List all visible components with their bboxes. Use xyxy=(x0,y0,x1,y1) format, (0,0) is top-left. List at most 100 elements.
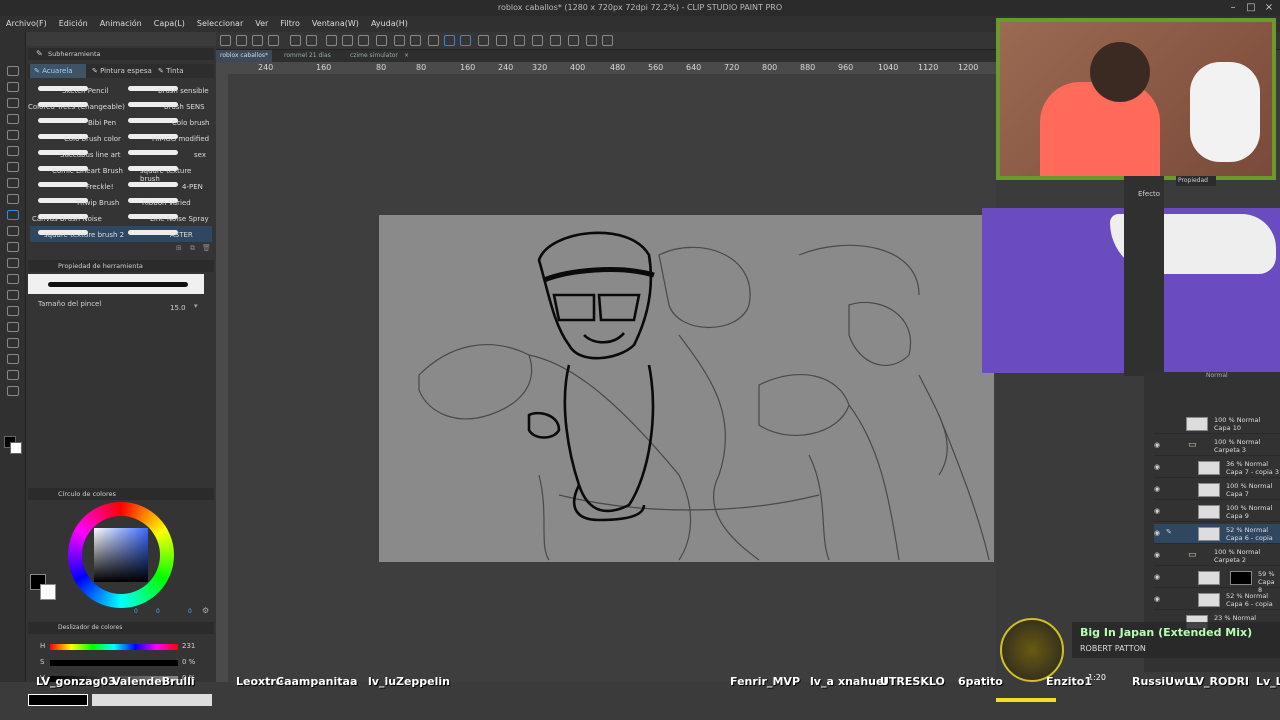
layer-row[interactable]: ◉ 36 % Normal Capa 7 - copia 3 xyxy=(1154,458,1280,478)
menu-seleccionar[interactable]: Seleccionar xyxy=(191,16,249,32)
invert-selection-icon[interactable] xyxy=(410,35,421,46)
hue-slider[interactable] xyxy=(50,644,178,650)
fit-icon[interactable] xyxy=(550,35,561,46)
saturation-slider[interactable] xyxy=(50,660,178,666)
settings-icon[interactable]: ⚙ xyxy=(202,606,209,615)
close-icon[interactable]: × xyxy=(1260,0,1278,16)
new-file-icon[interactable] xyxy=(220,35,231,46)
folder-row[interactable]: ◉ ▭ 100 % Normal Carpeta 2 xyxy=(1154,546,1280,566)
copy-subtool-icon[interactable]: ⧉ xyxy=(190,244,195,253)
open-icon[interactable] xyxy=(236,35,247,46)
menu-ver[interactable]: Ver xyxy=(249,16,274,32)
crop-icon[interactable] xyxy=(376,35,387,46)
doc-tab-active[interactable]: roblox caballos* xyxy=(216,50,273,62)
eye-icon[interactable]: ◉ xyxy=(1154,441,1160,449)
layout-icon[interactable] xyxy=(602,35,613,46)
frame-tool-icon[interactable] xyxy=(7,322,19,332)
lasso-tool-icon[interactable] xyxy=(7,130,19,140)
redo-icon[interactable] xyxy=(306,35,317,46)
fill-tool-icon[interactable] xyxy=(7,274,19,284)
brush-tool-icon[interactable] xyxy=(7,210,19,220)
undo-icon[interactable] xyxy=(290,35,301,46)
color-wheel[interactable] xyxy=(68,502,174,608)
eye-icon[interactable]: ◉ xyxy=(1154,595,1160,603)
layer-row[interactable]: ◉ 52 % Normal Capa 6 - copia xyxy=(1154,590,1280,610)
save-icon[interactable] xyxy=(252,35,263,46)
tab-tinta[interactable]: ✎ Tinta xyxy=(158,64,184,78)
menu-capa[interactable]: Capa(L) xyxy=(148,16,191,32)
chevron-down-icon[interactable]: ▾ xyxy=(194,302,198,310)
flip-icon[interactable] xyxy=(496,35,507,46)
eyedropper-icon[interactable] xyxy=(7,162,19,172)
layer-row[interactable]: ◉ 59 % Capa 8 xyxy=(1154,568,1280,594)
airbrush-icon[interactable] xyxy=(7,226,19,236)
brush-row[interactable]: Sketch Pencil brush sensible xyxy=(30,82,212,98)
menu-archivo[interactable]: Archivo(F) xyxy=(0,16,53,32)
grid-icon[interactable] xyxy=(428,35,439,46)
eye-icon[interactable]: ◉ xyxy=(1154,507,1160,515)
eye-icon[interactable]: ◉ xyxy=(1154,485,1160,493)
brush-row[interactable]: Colored Trees (Changeable) brush SENS xyxy=(28,98,212,114)
move-tool-icon[interactable] xyxy=(7,82,19,92)
menu-ayuda[interactable]: Ayuda(H) xyxy=(365,16,414,32)
brush-row[interactable]: Comic Lineart Brush square texture brush xyxy=(30,162,212,183)
maximize-icon[interactable]: □ xyxy=(1242,0,1260,16)
menu-ventana[interactable]: Ventana(W) xyxy=(306,16,365,32)
ruler-tool-icon[interactable] xyxy=(7,338,19,348)
eye-icon[interactable]: ◉ xyxy=(1154,573,1160,581)
gradient-icon[interactable] xyxy=(7,290,19,300)
deselect-icon[interactable] xyxy=(394,35,405,46)
pencil-tool-icon[interactable] xyxy=(7,194,19,204)
correct-line-icon[interactable] xyxy=(7,386,19,396)
brush-row[interactable]: Thwip Brush Ribbon Varied xyxy=(30,194,212,210)
layer-row[interactable]: ◉ 100 % Normal Capa 7 xyxy=(1154,480,1280,500)
menu-animacion[interactable]: Animación xyxy=(94,16,148,32)
layer-row[interactable]: 100 % Normal Capa 10 xyxy=(1154,414,1280,434)
delete-subtool-icon[interactable]: 🗑 xyxy=(202,244,211,252)
layer-row[interactable]: ◉ 100 % Normal Capa 9 xyxy=(1154,502,1280,522)
eye-icon[interactable]: ◉ xyxy=(1154,551,1160,559)
zoom-out-icon[interactable] xyxy=(532,35,543,46)
text-tool-icon[interactable] xyxy=(7,354,19,364)
fullscreen-icon[interactable] xyxy=(568,35,579,46)
transform-icon[interactable] xyxy=(358,35,369,46)
brush-row[interactable]: Bibi Pen Colo brush xyxy=(30,114,212,130)
blend-tool-icon[interactable] xyxy=(7,258,19,268)
operation-tool-icon[interactable] xyxy=(7,114,19,124)
magic-wand-icon[interactable] xyxy=(7,146,19,156)
clear-icon[interactable] xyxy=(326,35,337,46)
figure-tool-icon[interactable] xyxy=(7,306,19,316)
sub-color-swatch[interactable] xyxy=(10,442,22,454)
fill-selection-icon[interactable] xyxy=(342,35,353,46)
menu-filtro[interactable]: Filtro xyxy=(274,16,306,32)
brush-row[interactable]: Succubus line art sex xyxy=(30,146,212,162)
zoom-in-icon[interactable] xyxy=(514,35,525,46)
brush-row-selected[interactable]: square texture brush 2 ASTER xyxy=(30,226,212,242)
minimize-icon[interactable]: – xyxy=(1224,0,1242,16)
export-icon[interactable] xyxy=(268,35,279,46)
close-tab-icon[interactable]: × xyxy=(400,50,413,62)
folder-row[interactable]: ◉ ▭ 100 % Normal Carpeta 3 xyxy=(1154,436,1280,456)
eye-icon[interactable]: ◉ xyxy=(1154,529,1160,537)
add-subtool-icon[interactable]: ⊞ xyxy=(176,244,182,252)
menu-edicion[interactable]: Edición xyxy=(53,16,94,32)
sub-color-swatch[interactable] xyxy=(40,584,56,600)
pen-tool-icon[interactable] xyxy=(7,178,19,188)
rotate-icon[interactable] xyxy=(478,35,489,46)
zoom-tool-icon[interactable] xyxy=(7,66,19,76)
snap-special-ruler-icon[interactable] xyxy=(460,35,471,46)
brush-row[interactable]: Canvas Brush Noise Line Noise Spray xyxy=(30,210,212,226)
hand-tool-icon[interactable] xyxy=(7,98,19,108)
tab-pintura-espesa[interactable]: ✎ Pintura espesa xyxy=(92,64,152,78)
brush-row[interactable]: Colo brush color HIMGG modified xyxy=(30,130,212,146)
eraser-icon[interactable] xyxy=(7,242,19,252)
drawing-canvas[interactable] xyxy=(379,215,994,562)
doc-tab[interactable]: czime simulator xyxy=(346,50,402,62)
doc-tab[interactable]: rommel 21 dias xyxy=(280,50,335,62)
blend-mode-select[interactable]: Normal xyxy=(1206,372,1228,379)
brush-size-value[interactable]: 15.0 xyxy=(170,304,186,312)
snap-ruler-icon[interactable] xyxy=(444,35,455,46)
eye-icon[interactable]: ◉ xyxy=(1154,463,1160,471)
tab-acuarela[interactable]: ✎ Acuarela xyxy=(30,64,86,78)
balloon-tool-icon[interactable] xyxy=(7,370,19,380)
